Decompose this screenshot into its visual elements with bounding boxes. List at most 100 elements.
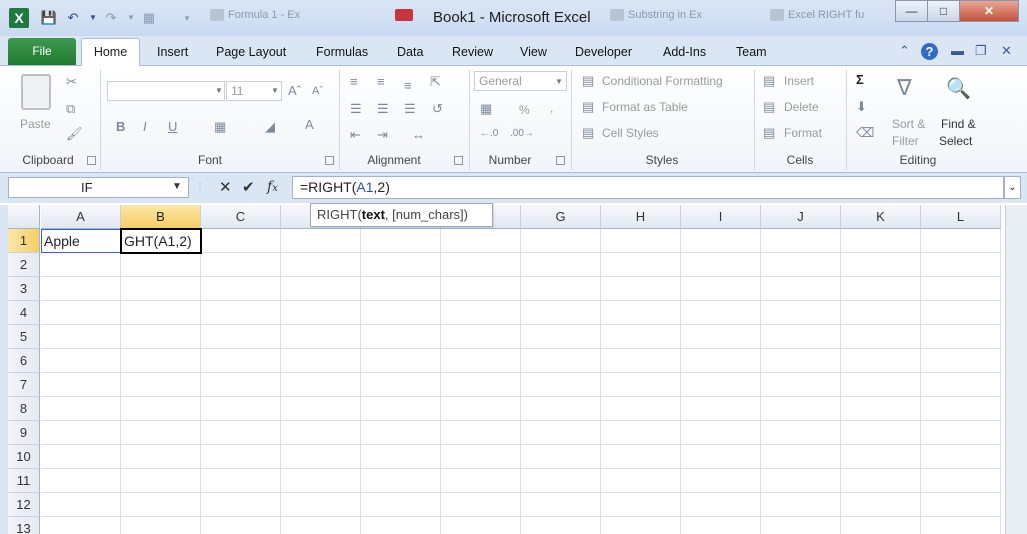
customize-qat-icon[interactable]: ▾	[178, 9, 196, 27]
autosum-icon[interactable]: Σ	[856, 72, 864, 87]
center-icon[interactable]: ☰	[377, 101, 389, 117]
cell-b8[interactable]	[121, 397, 201, 421]
cell-j11[interactable]	[761, 469, 841, 493]
currency-icon[interactable]: ▦	[480, 101, 492, 117]
decrease-decimal-icon[interactable]: .00→	[510, 128, 534, 139]
cell-styles-icon[interactable]: ▤	[582, 125, 594, 141]
row-header-11[interactable]: 11	[8, 469, 40, 493]
cell-l4[interactable]	[921, 301, 1001, 325]
row-header-10[interactable]: 10	[8, 445, 40, 469]
cell-j6[interactable]	[761, 349, 841, 373]
cell-d8[interactable]	[281, 397, 361, 421]
cell-d10[interactable]	[281, 445, 361, 469]
delete-cells-icon[interactable]: ▤	[763, 99, 775, 115]
cell-l8[interactable]	[921, 397, 1001, 421]
cell-c9[interactable]	[201, 421, 281, 445]
fill-icon[interactable]: ⬇	[856, 99, 867, 115]
workbook-restore-icon[interactable]: ❐	[975, 43, 987, 59]
minimize-ribbon-icon[interactable]: ⌃	[899, 43, 910, 59]
conditional-formatting-icon[interactable]: ▤	[582, 73, 594, 89]
cell-k6[interactable]	[841, 349, 921, 373]
cell-c6[interactable]	[201, 349, 281, 373]
cell-i7[interactable]	[681, 373, 761, 397]
cell-j1[interactable]	[761, 229, 841, 253]
cell-d9[interactable]	[281, 421, 361, 445]
cell-j5[interactable]	[761, 325, 841, 349]
grow-font-icon[interactable]: Aˆ	[288, 83, 301, 98]
cell-j7[interactable]	[761, 373, 841, 397]
tab-page-layout[interactable]: Page Layout	[216, 45, 286, 59]
cell-k8[interactable]	[841, 397, 921, 421]
enter-entry-icon[interactable]: ✔	[242, 178, 255, 196]
cell-c3[interactable]	[201, 277, 281, 301]
cell-e12[interactable]	[361, 493, 441, 517]
cell-e6[interactable]	[361, 349, 441, 373]
column-header-i[interactable]: I	[681, 205, 761, 229]
insert-cells-button[interactable]: Insert	[784, 74, 814, 88]
row-header-13[interactable]: 13	[8, 517, 40, 534]
undo-icon[interactable]: ↶	[64, 9, 82, 27]
cell-l13[interactable]	[921, 517, 1001, 534]
cell-d6[interactable]	[281, 349, 361, 373]
cell-d5[interactable]	[281, 325, 361, 349]
paste-icon[interactable]	[21, 74, 51, 110]
copy-icon[interactable]: ⧉	[66, 101, 75, 117]
cell-h1[interactable]	[601, 229, 681, 253]
tab-view[interactable]: View	[520, 45, 547, 59]
cell-d11[interactable]	[281, 469, 361, 493]
cell-f9[interactable]	[441, 421, 521, 445]
select-all-button[interactable]	[8, 205, 40, 229]
cell-j8[interactable]	[761, 397, 841, 421]
row-header-8[interactable]: 8	[8, 397, 40, 421]
conditional-formatting-button[interactable]: Conditional Formatting	[602, 74, 723, 88]
cell-f8[interactable]	[441, 397, 521, 421]
cell-f11[interactable]	[441, 469, 521, 493]
merge-center-icon[interactable]: ↔	[412, 127, 425, 142]
cell-h4[interactable]	[601, 301, 681, 325]
number-launcher-icon[interactable]	[556, 156, 565, 165]
cell-i9[interactable]	[681, 421, 761, 445]
cell-e2[interactable]	[361, 253, 441, 277]
cell-i10[interactable]	[681, 445, 761, 469]
insert-cells-icon[interactable]: ▤	[763, 73, 775, 89]
background-window-tab[interactable]: Excel RIGHT fu	[770, 9, 890, 27]
undo-dropdown-icon[interactable]: ▼	[84, 9, 102, 27]
cell-l11[interactable]	[921, 469, 1001, 493]
cell-a6[interactable]	[41, 349, 121, 373]
cell-i3[interactable]	[681, 277, 761, 301]
formula-input[interactable]: =RIGHT(A1,2)	[292, 176, 1004, 199]
borders-icon[interactable]: ▦	[214, 119, 226, 135]
cell-l2[interactable]	[921, 253, 1001, 277]
cell-b11[interactable]	[121, 469, 201, 493]
red-app-icon[interactable]	[395, 9, 419, 27]
format-as-table-icon[interactable]: ▤	[582, 99, 594, 115]
cell-f3[interactable]	[441, 277, 521, 301]
cell-e11[interactable]	[361, 469, 441, 493]
cell-c5[interactable]	[201, 325, 281, 349]
save-icon[interactable]: 💾	[40, 9, 58, 27]
shrink-font-icon[interactable]: Aˇ	[312, 85, 323, 97]
cell-d12[interactable]	[281, 493, 361, 517]
cell-c4[interactable]	[201, 301, 281, 325]
cell-h6[interactable]	[601, 349, 681, 373]
cell-i11[interactable]	[681, 469, 761, 493]
sort-filter-button[interactable]: Sort &	[892, 117, 925, 131]
cell-a13[interactable]	[41, 517, 121, 534]
cell-g6[interactable]	[521, 349, 601, 373]
cell-g2[interactable]	[521, 253, 601, 277]
close-button[interactable]: ✕	[959, 0, 1019, 22]
delete-cells-button[interactable]: Delete	[784, 100, 819, 114]
cell-h11[interactable]	[601, 469, 681, 493]
cell-j10[interactable]	[761, 445, 841, 469]
row-header-5[interactable]: 5	[8, 325, 40, 349]
clear-icon[interactable]: ⌫	[856, 125, 874, 141]
cell-d13[interactable]	[281, 517, 361, 534]
paste-button[interactable]: Paste	[20, 117, 51, 131]
alignment-launcher-icon[interactable]	[454, 156, 463, 165]
row-header-2[interactable]: 2	[8, 253, 40, 277]
cell-e9[interactable]	[361, 421, 441, 445]
cell-a1[interactable]: Apple	[41, 229, 121, 253]
cell-k10[interactable]	[841, 445, 921, 469]
italic-icon[interactable]: I	[143, 119, 147, 134]
cell-f12[interactable]	[441, 493, 521, 517]
